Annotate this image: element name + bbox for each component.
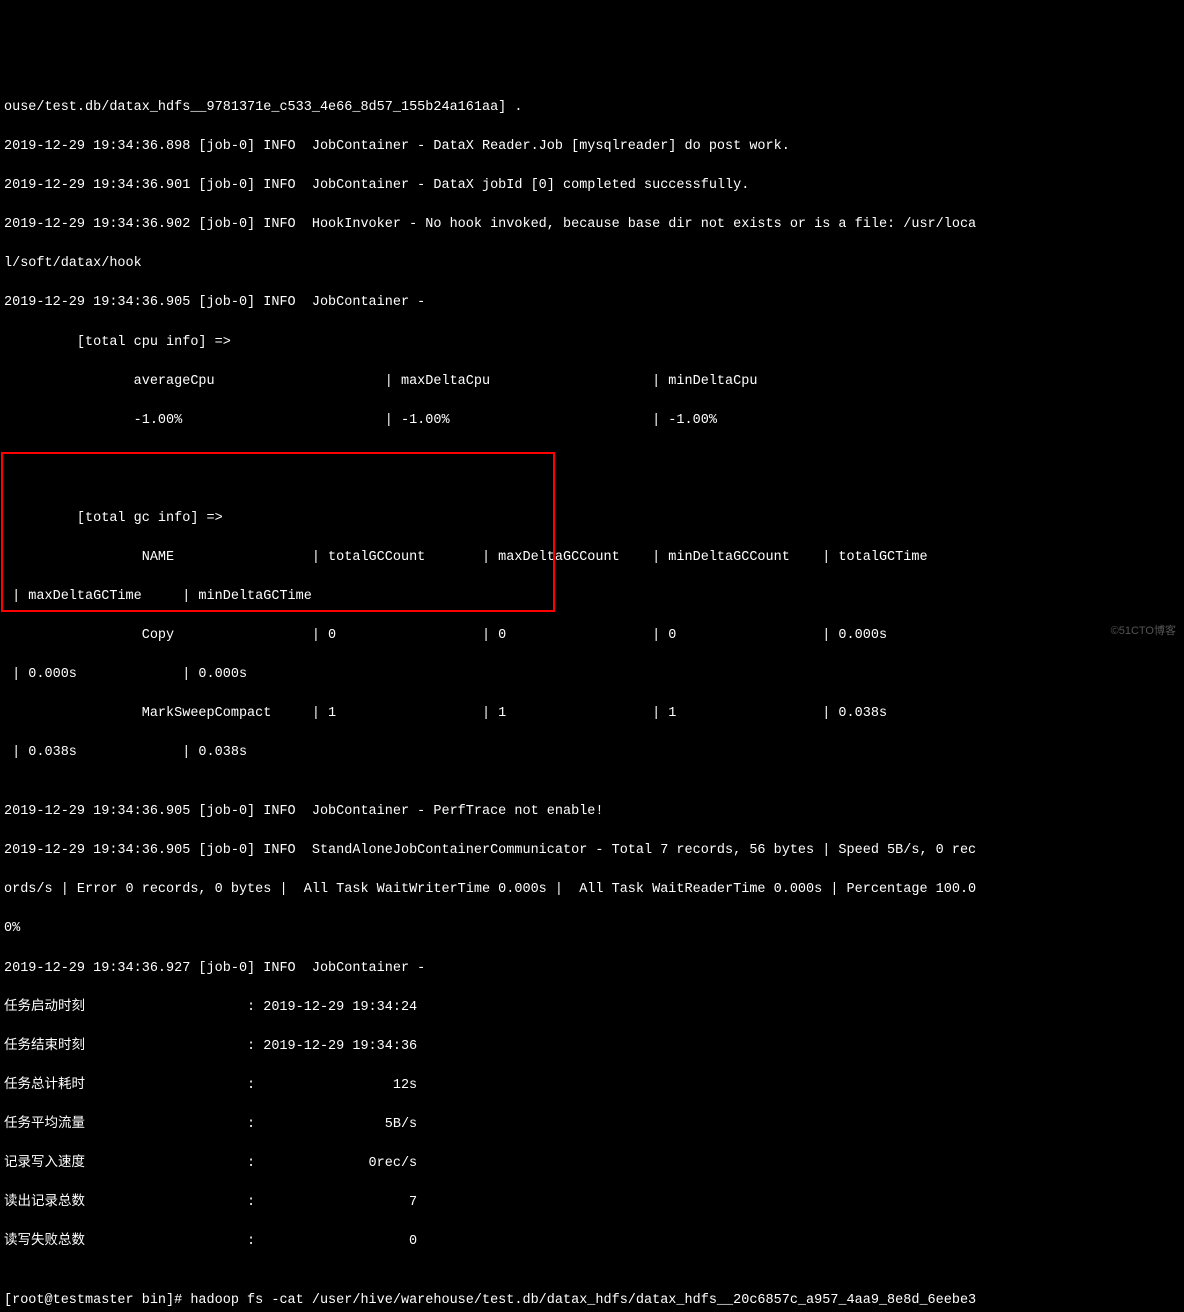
cpu-info-header: [total cpu info] => bbox=[4, 333, 1180, 353]
log-line: ouse/test.db/datax_hdfs__9781371e_c533_4… bbox=[4, 98, 1180, 118]
log-line: l/soft/datax/hook bbox=[4, 254, 1180, 274]
prompt-line[interactable]: [root@testmaster bin]# hadoop fs -cat /u… bbox=[4, 1291, 1180, 1311]
log-line: 2019-12-29 19:34:36.898 [job-0] INFO Job… bbox=[4, 137, 1180, 157]
log-line: 0% bbox=[4, 919, 1180, 939]
log-line: 2019-12-29 19:34:36.905 [job-0] INFO Job… bbox=[4, 293, 1180, 313]
gc-marksweep-row: MarkSweepCompact | 1 | 1 | 1 | 0.038s bbox=[4, 704, 1180, 724]
log-line: 2019-12-29 19:34:36.901 [job-0] INFO Job… bbox=[4, 176, 1180, 196]
summary-read-count: 读出记录总数 : 7 bbox=[4, 1193, 1180, 1213]
log-line: 2019-12-29 19:34:36.902 [job-0] INFO Hoo… bbox=[4, 215, 1180, 235]
summary-total-time: 任务总计耗时 : 12s bbox=[4, 1076, 1180, 1096]
summary-avg-flow: 任务平均流量 : 5B/s bbox=[4, 1115, 1180, 1135]
cpu-info-values: -1.00% | -1.00% | -1.00% bbox=[4, 411, 1180, 431]
terminal-output[interactable]: ouse/test.db/datax_hdfs__9781371e_c533_4… bbox=[0, 78, 1184, 1312]
log-line: 2019-12-29 19:34:36.905 [job-0] INFO Sta… bbox=[4, 841, 1180, 861]
summary-fail-count: 读写失败总数 : 0 bbox=[4, 1232, 1180, 1252]
gc-marksweep-row-cont: | 0.038s | 0.038s bbox=[4, 743, 1180, 763]
cpu-info-columns: averageCpu | maxDeltaCpu | minDeltaCpu bbox=[4, 372, 1180, 392]
watermark: ©51CTO博客 bbox=[1111, 624, 1176, 640]
gc-info-columns: NAME | totalGCCount | maxDeltaGCCount | … bbox=[4, 548, 1180, 568]
summary-start-time: 任务启动时刻 : 2019-12-29 19:34:24 bbox=[4, 998, 1180, 1018]
gc-info-header: [total gc info] => bbox=[4, 509, 1180, 529]
log-line bbox=[4, 450, 1180, 470]
gc-copy-row: Copy | 0 | 0 | 0 | 0.000s bbox=[4, 626, 1180, 646]
summary-header: 2019-12-29 19:34:36.927 [job-0] INFO Job… bbox=[4, 959, 1180, 979]
gc-info-columns-cont: | maxDeltaGCTime | minDeltaGCTime bbox=[4, 587, 1180, 607]
summary-end-time: 任务结束时刻 : 2019-12-29 19:34:36 bbox=[4, 1037, 1180, 1057]
log-line: ords/s | Error 0 records, 0 bytes | All … bbox=[4, 880, 1180, 900]
log-line: 2019-12-29 19:34:36.905 [job-0] INFO Job… bbox=[4, 802, 1180, 822]
summary-write-speed: 记录写入速度 : 0rec/s bbox=[4, 1154, 1180, 1174]
gc-copy-row-cont: | 0.000s | 0.000s bbox=[4, 665, 1180, 685]
